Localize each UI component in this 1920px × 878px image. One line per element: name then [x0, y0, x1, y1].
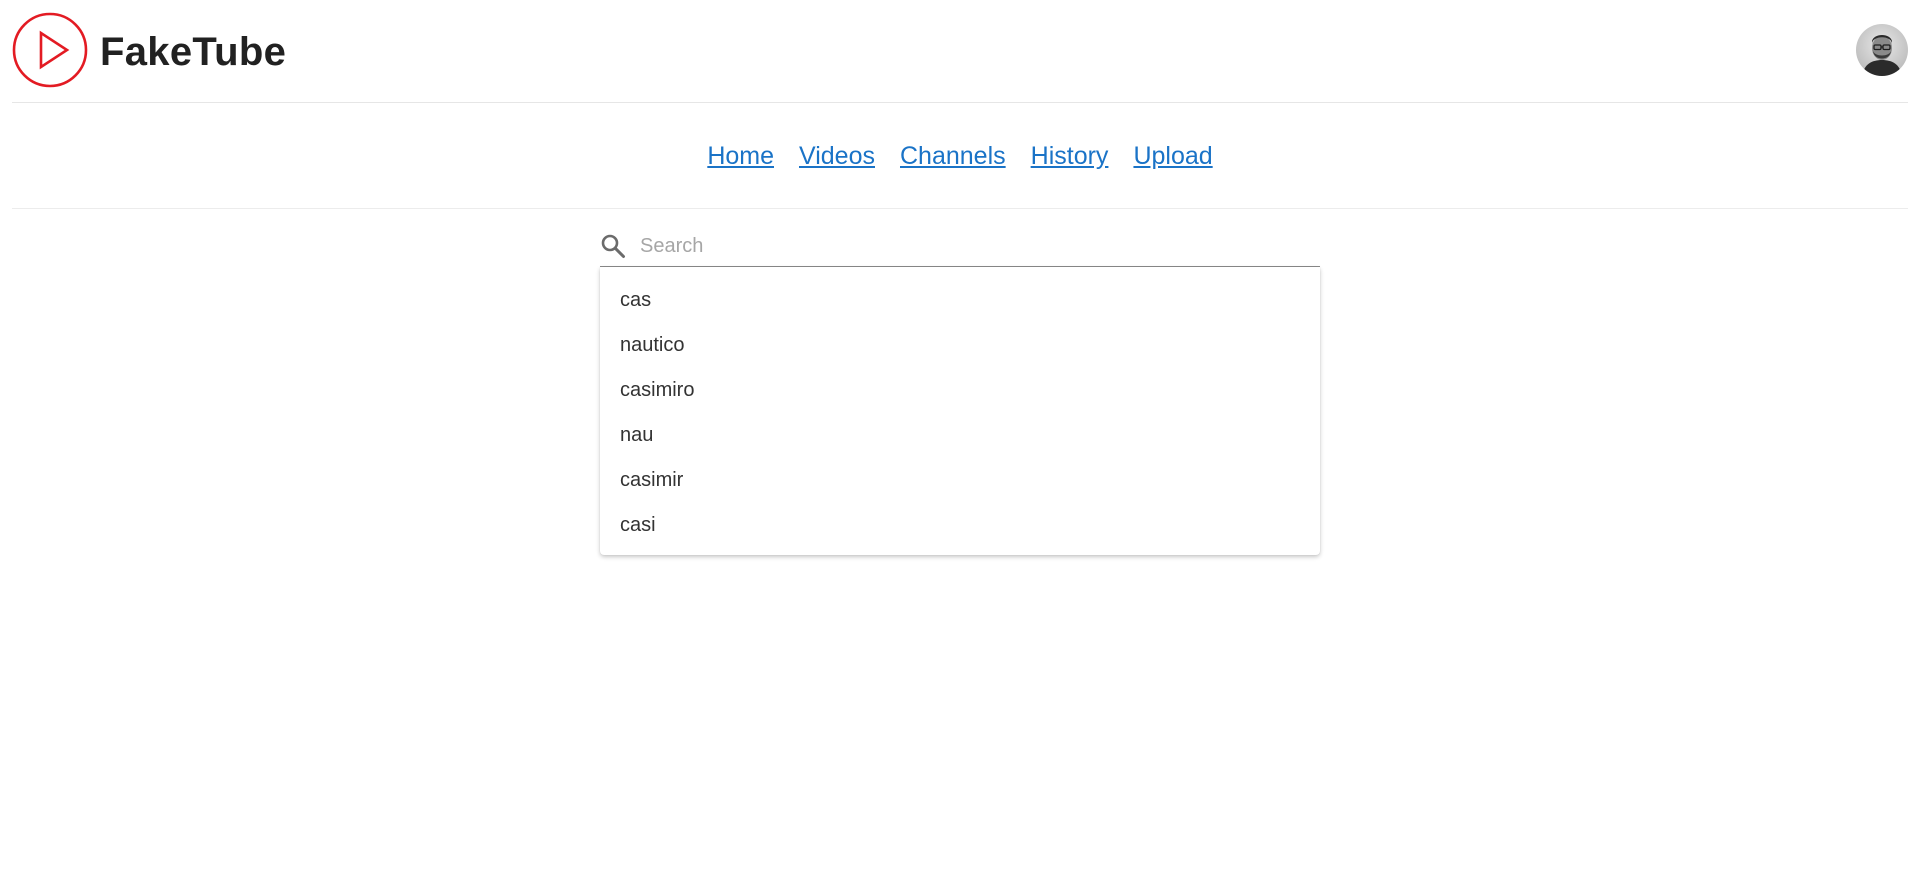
- nav-link-channels[interactable]: Channels: [900, 141, 1006, 171]
- search-input[interactable]: [640, 230, 1310, 262]
- search-suggestions-dropdown: cas nautico casimiro nau casimir casi: [600, 267, 1320, 555]
- nav-link-history[interactable]: History: [1031, 141, 1109, 171]
- suggestion-item[interactable]: casimiro: [600, 370, 1320, 415]
- nav-link-home[interactable]: Home: [707, 141, 774, 171]
- user-avatar[interactable]: [1856, 24, 1908, 76]
- search-bar: [600, 226, 1320, 267]
- play-circle-icon[interactable]: [12, 12, 88, 88]
- nav-link-upload[interactable]: Upload: [1133, 141, 1212, 171]
- brand-title[interactable]: FakeTube: [100, 28, 286, 76]
- suggestion-item[interactable]: nau: [600, 415, 1320, 460]
- suggestion-item[interactable]: casimir: [600, 460, 1320, 505]
- avatar-photo-icon: [1856, 24, 1908, 76]
- suggestion-item[interactable]: nautico: [600, 325, 1320, 370]
- search-icon[interactable]: [600, 233, 626, 259]
- app-header: FakeTube: [12, 0, 1908, 103]
- main-nav: Home Videos Channels History Upload: [12, 103, 1908, 209]
- suggestion-item[interactable]: casi: [600, 505, 1320, 550]
- nav-link-videos[interactable]: Videos: [799, 141, 875, 171]
- suggestion-item[interactable]: cas: [600, 280, 1320, 325]
